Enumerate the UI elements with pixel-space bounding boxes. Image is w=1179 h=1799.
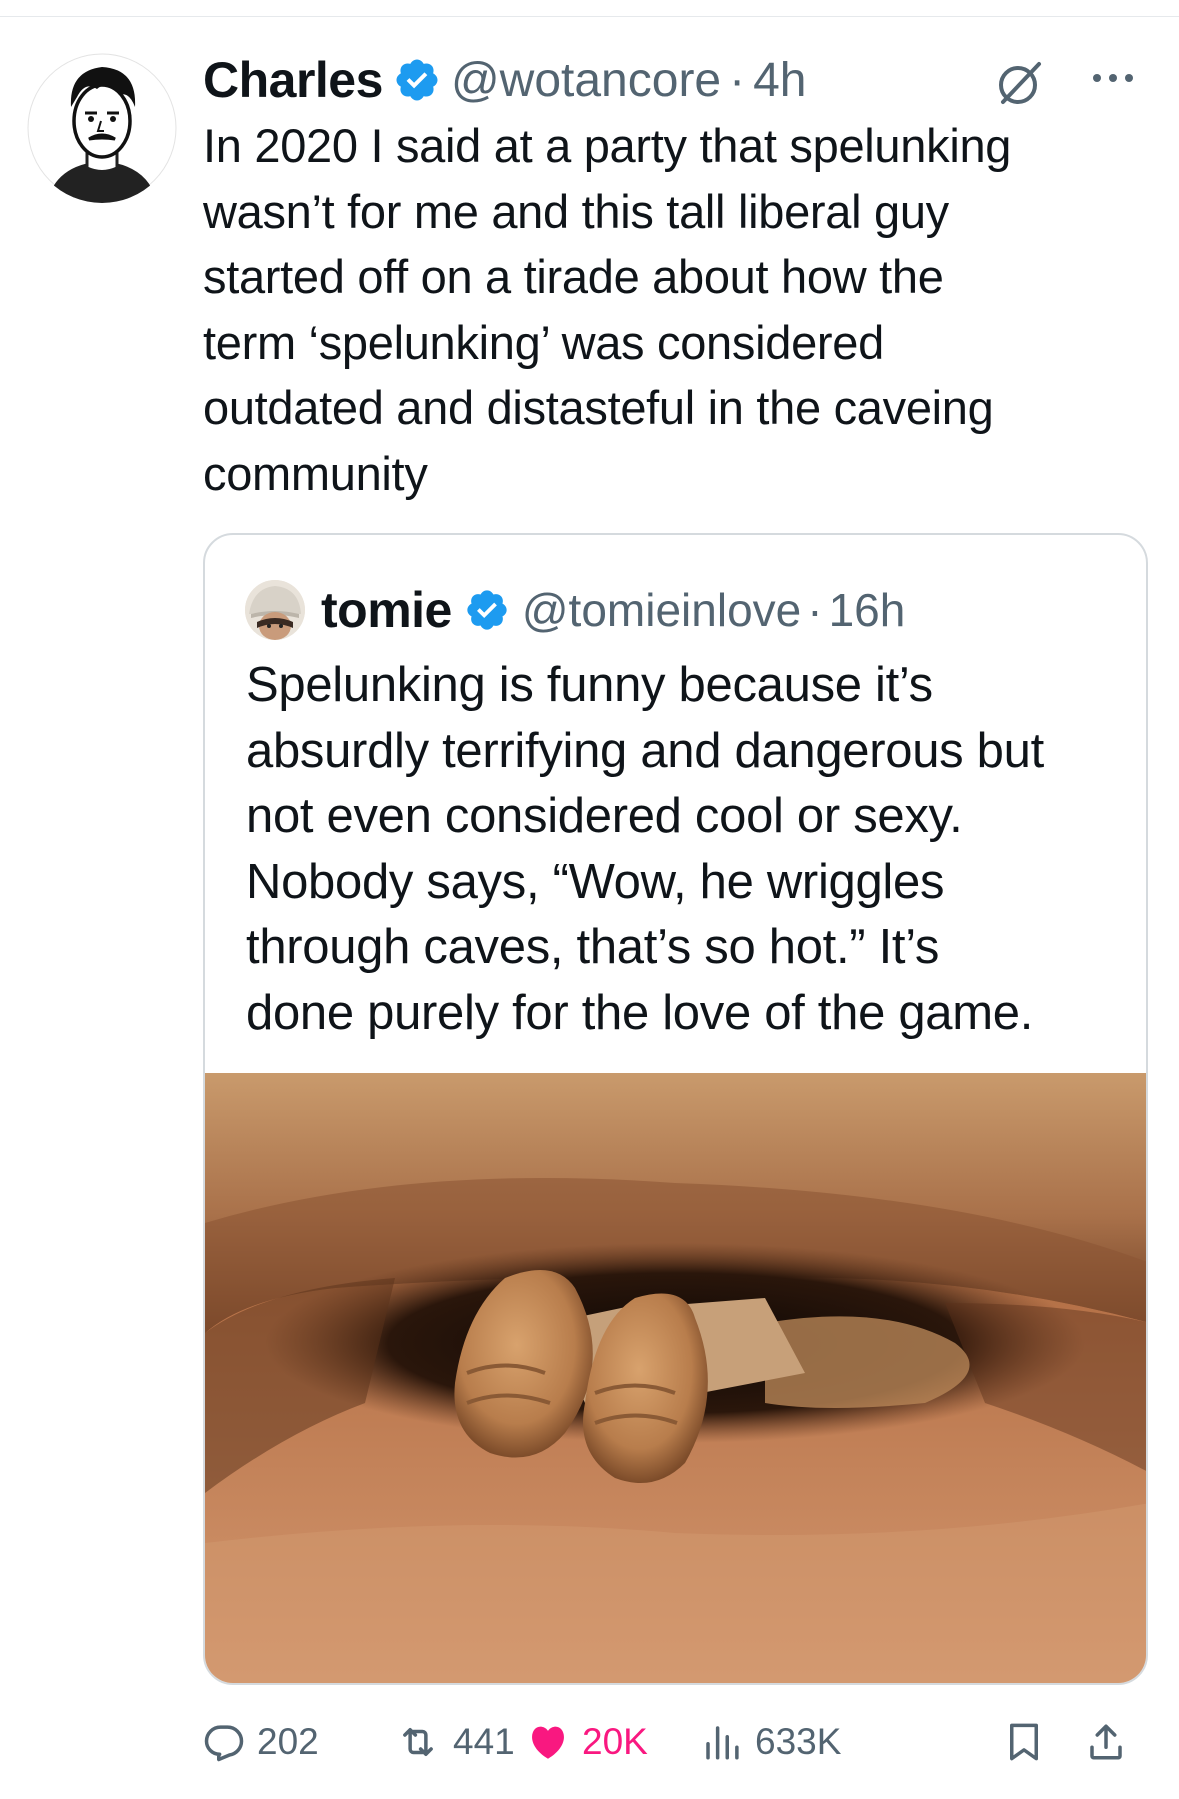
repost-icon [403,1728,433,1756]
reply-button[interactable]: 202 [203,1712,319,1772]
author-avatar[interactable] [27,53,177,203]
quote-post-time[interactable]: 16h [829,583,906,637]
share-button[interactable] [1085,1712,1127,1772]
post-time[interactable]: 4h [753,53,806,108]
action-bar: 202 441 20K 633K [203,1712,1153,1772]
quote-author-name[interactable]: tomie [321,581,452,639]
bookmark-button[interactable] [1003,1712,1045,1772]
like-count: 20K [582,1721,648,1762]
grok-icon[interactable] [993,56,1047,110]
views-button[interactable]: 633K [701,1712,841,1772]
verified-badge-icon [467,590,507,630]
quote-header-separator: · [807,584,823,636]
share-icon [1090,1724,1122,1760]
reply-icon [204,1725,244,1762]
tweet-text: In 2020 I said at a party that spelunkin… [203,119,1012,500]
quote-tweet-card[interactable]: tomie @tomieinlove · 16h Spelunking is f… [203,533,1148,1685]
author-name[interactable]: Charles [203,51,383,109]
repost-count: 441 [453,1721,515,1762]
like-icon [532,1726,564,1759]
like-button[interactable]: 20K [526,1712,648,1772]
header-separator: · [729,53,746,107]
quote-header: tomie @tomieinlove · 16h [245,575,905,645]
more-icon[interactable] [1087,58,1139,98]
author-handle[interactable]: @wotancore [451,53,721,108]
quote-text: Spelunking is funny because it’s absurdl… [246,658,1044,1040]
cave-photo[interactable] [205,1073,1148,1685]
top-divider [0,16,1179,17]
views-count: 633K [755,1721,842,1762]
tweet-header: Charles @wotancore · 4h [203,44,1143,116]
bookmark-icon [1010,1723,1038,1761]
verified-badge-icon [396,59,438,101]
quote-author-avatar[interactable] [245,580,305,640]
repost-button[interactable]: 441 [395,1712,515,1772]
reply-count: 202 [257,1721,319,1762]
views-icon [706,1726,739,1760]
quote-author-handle[interactable]: @tomieinlove [522,583,801,637]
